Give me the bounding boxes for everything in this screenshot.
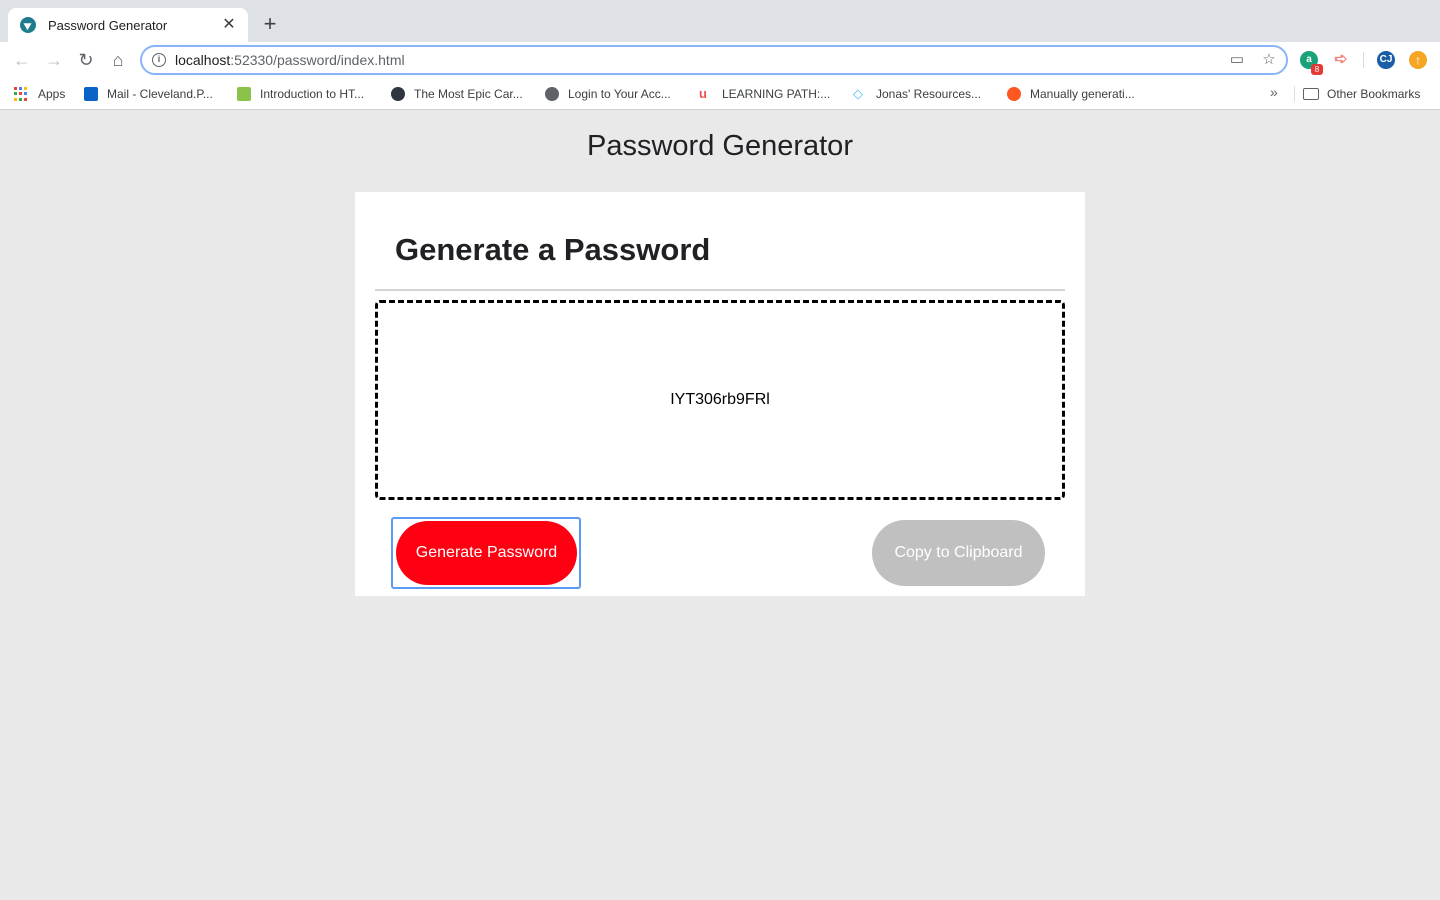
generate-password-button[interactable]: Generate Password	[396, 521, 577, 585]
forward-icon[interactable]: →	[42, 48, 66, 72]
toolbar-divider	[1363, 52, 1364, 68]
bookmark-apps[interactable]: Apps	[14, 84, 65, 104]
bookmark-label: LEARNING PATH:...	[722, 87, 831, 101]
bookmark-item[interactable]: u LEARNING PATH:...	[699, 84, 830, 104]
card-divider	[375, 289, 1065, 291]
browser-toolbar: ← → ↻ ⌂ i localhost:52330/password/index…	[0, 42, 1440, 78]
bookmark-star-icon[interactable]: ☆	[1260, 51, 1278, 69]
bookmark-label: Mail - Cleveland.P...	[107, 87, 213, 101]
outlook-icon	[84, 87, 98, 101]
password-text: IYT306rb9FRl	[670, 391, 770, 408]
back-icon[interactable]: ←	[10, 48, 34, 72]
bookmark-item[interactable]: Manually generati...	[1007, 84, 1135, 104]
url-text[interactable]: localhost:52330/password/index.html	[175, 52, 405, 68]
course-icon	[237, 87, 251, 101]
bookmark-item[interactable]: ◇ Jonas' Resources...	[853, 84, 981, 104]
address-bar[interactable]: i localhost:52330/password/index.html ▭ …	[140, 45, 1288, 75]
bookmark-label: The Most Epic Car...	[414, 87, 523, 101]
bookmarks-overflow-icon[interactable]: »	[1270, 84, 1278, 100]
update-icon[interactable]: ↑	[1409, 51, 1427, 69]
new-tab-button[interactable]: +	[258, 12, 282, 36]
favicon-icon	[20, 17, 36, 33]
bookmark-label: Apps	[38, 87, 66, 101]
folder-icon	[1303, 88, 1319, 100]
other-bookmarks-label: Other Bookmarks	[1327, 87, 1421, 101]
tab-title: Password Generator	[48, 17, 168, 33]
cast-icon[interactable]: ▭	[1228, 51, 1246, 69]
password-card: Generate a Password IYT306rb9FRl Generat…	[355, 192, 1085, 596]
bookmarks-divider	[1294, 86, 1295, 102]
site-info-icon[interactable]: i	[152, 53, 166, 67]
extension-badge: 8	[1311, 64, 1323, 75]
tab-password-generator[interactable]: Password Generator ✕	[8, 8, 248, 42]
diamond-icon: ◇	[853, 86, 863, 101]
tab-strip: Password Generator ✕ +	[0, 0, 1440, 42]
copy-to-clipboard-button[interactable]: Copy to Clipboard	[872, 520, 1045, 586]
close-tab-icon[interactable]: ✕	[220, 16, 238, 34]
other-bookmarks[interactable]: Other Bookmarks	[1303, 84, 1420, 104]
reload-icon[interactable]: ↻	[74, 48, 98, 72]
bookmark-item[interactable]: Introduction to HT...	[237, 84, 364, 104]
card-header: Generate a Password	[395, 232, 711, 267]
bookmark-label: Introduction to HT...	[260, 87, 365, 101]
bookmark-label: Login to Your Acc...	[568, 87, 671, 101]
globe-icon	[545, 87, 559, 101]
bookmarks-bar: Apps Mail - Cleveland.P... Introduction …	[0, 78, 1440, 110]
bookmark-item[interactable]: Login to Your Acc...	[545, 84, 671, 104]
profile-avatar[interactable]: CJ	[1377, 51, 1395, 69]
password-display[interactable]: IYT306rb9FRl	[375, 300, 1065, 500]
udemy-icon: u	[699, 86, 707, 101]
plus-circle-icon	[1007, 87, 1021, 101]
share-extension-icon[interactable]: ➪	[1332, 51, 1350, 69]
site-icon	[391, 87, 405, 101]
home-icon[interactable]: ⌂	[106, 48, 130, 72]
apps-grid-icon	[14, 87, 28, 101]
bookmark-label: Manually generati...	[1030, 87, 1135, 101]
bookmark-label: Jonas' Resources...	[876, 87, 982, 101]
bookmark-item[interactable]: Mail - Cleveland.P...	[84, 84, 213, 104]
page-title: Password Generator	[587, 130, 853, 162]
bookmark-item[interactable]: The Most Epic Car...	[391, 84, 523, 104]
